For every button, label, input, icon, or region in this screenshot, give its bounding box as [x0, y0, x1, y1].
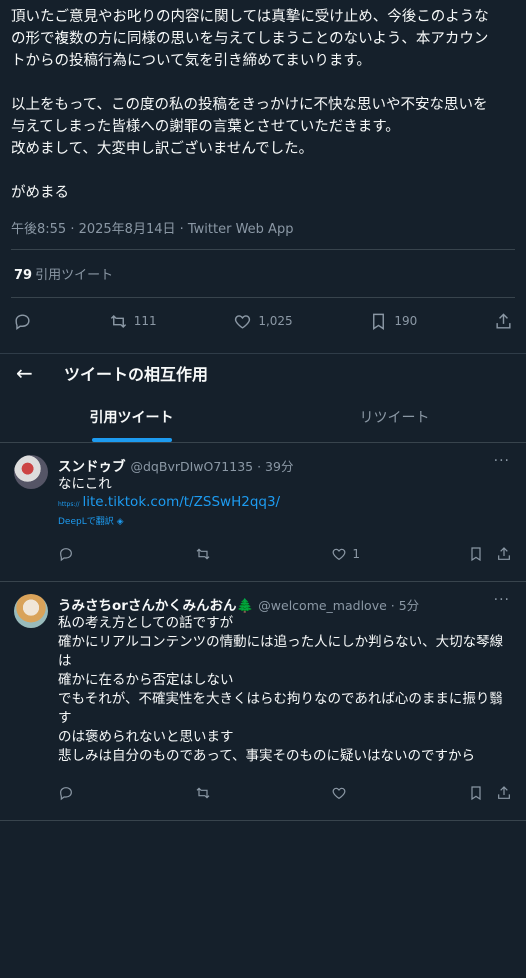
share-button[interactable] [496, 785, 512, 801]
quote-tweet-item[interactable]: スンドゥブ @dqBvrDIwO71135 · 39分 なにこれ https:/… [0, 443, 526, 582]
tab-quote-tweets[interactable]: 引用ツイート [0, 392, 263, 442]
like-button[interactable] [331, 785, 468, 801]
quote-count: 79 [14, 268, 33, 283]
like-count: 1,025 [258, 314, 293, 328]
retweet-count: 111 [133, 314, 157, 328]
reply-actions [58, 766, 512, 820]
tab-bar: 引用ツイート リツイート [0, 392, 526, 443]
retweet-icon [196, 787, 210, 799]
panel-header: ← ツイートの相互作用 [0, 354, 526, 392]
tweet-text: 頂いたご意見やお叱りの内容に関しては真摯に受け止め、今後このような の形で複数の… [11, 9, 489, 201]
tweet-actions: 111 1,025 190 [11, 298, 515, 344]
retweet-button[interactable] [195, 785, 332, 801]
quote-tweet-item[interactable]: うみさちorさんかくみんおん🌲 @welcome_madlove · 5分 私の… [0, 582, 526, 821]
tweet-text: 私の考え方としての話ですが 確かにリアルコンテンツの情動には追った人にしか判らな… [58, 615, 504, 764]
bookmark-button[interactable] [468, 546, 496, 562]
reply-actions: 1 [58, 527, 512, 581]
quote-tweets-link[interactable]: 79 引用ツイート [11, 250, 515, 298]
like-button[interactable]: 1,025 [233, 312, 293, 331]
user-handle[interactable]: @welcome_madlove · 5分 [258, 595, 419, 614]
share-button[interactable] [494, 312, 513, 331]
bookmark-button[interactable] [468, 785, 496, 801]
bookmark-count: 190 [394, 314, 418, 328]
more-options-icon[interactable]: ··· [494, 592, 510, 608]
tiktok-link[interactable]: https://lite.tiktok.com/t/ZSSwH2qq3/ [58, 494, 512, 510]
reply-icon [60, 548, 72, 562]
heart-icon [235, 314, 251, 329]
more-options-icon[interactable]: ··· [494, 453, 510, 469]
bookmark-button[interactable]: 190 [369, 312, 417, 331]
bookmark-icon [373, 313, 385, 330]
reply-button[interactable] [13, 312, 32, 331]
user-handle[interactable]: @dqBvrDIwO71135 · 39分 [131, 456, 294, 475]
main-tweet: 頂いたご意見やお叱りの内容に関しては真摯に受け止め、今後このような の形で複数の… [0, 0, 526, 344]
deepl-translate-link[interactable]: DeepLで翻訳 ◈ [58, 514, 512, 527]
link-prefix: https:// [58, 501, 80, 508]
retweet-button[interactable] [195, 546, 332, 562]
avatar[interactable] [14, 455, 48, 489]
share-icon [496, 312, 511, 329]
interactions-panel: ← ツイートの相互作用 引用ツイート リツイート スンドゥブ @dqBvrDIw… [0, 353, 526, 978]
retweet-icon [110, 314, 126, 328]
tweet-text: なにこれ [58, 476, 112, 492]
like-button[interactable]: 1 [331, 546, 468, 562]
like-count: 1 [352, 547, 361, 561]
reply-icon [15, 313, 30, 330]
user-name[interactable]: うみさちorさんかくみんおん🌲 [58, 594, 253, 614]
deepl-icon: ◈ [116, 517, 124, 527]
tab-retweets[interactable]: リツイート [263, 392, 526, 442]
panel-title: ツイートの相互作用 [64, 365, 209, 384]
link-text: lite.tiktok.com/t/ZSSwH2qq3/ [82, 494, 281, 510]
retweet-button[interactable]: 111 [109, 312, 157, 331]
share-icon [498, 786, 510, 799]
share-icon [498, 547, 510, 560]
avatar[interactable] [14, 594, 48, 628]
heart-icon [332, 787, 346, 800]
bookmark-icon [471, 786, 481, 801]
user-name[interactable]: スンドゥブ [58, 455, 126, 475]
quote-label: 引用ツイート [35, 268, 114, 283]
reply-button[interactable] [58, 546, 195, 562]
bookmark-icon [471, 547, 481, 562]
heart-icon [332, 548, 346, 561]
back-arrow-icon[interactable]: ← [16, 361, 64, 385]
reply-icon [60, 787, 72, 801]
tweet-timestamp[interactable]: 午後8:55 · 2025年8月14日 · Twitter Web App [11, 218, 515, 250]
reply-button[interactable] [58, 785, 195, 801]
retweet-icon [196, 548, 210, 560]
share-button[interactable] [496, 546, 512, 562]
deepl-label: DeepLで翻訳 [58, 517, 114, 527]
